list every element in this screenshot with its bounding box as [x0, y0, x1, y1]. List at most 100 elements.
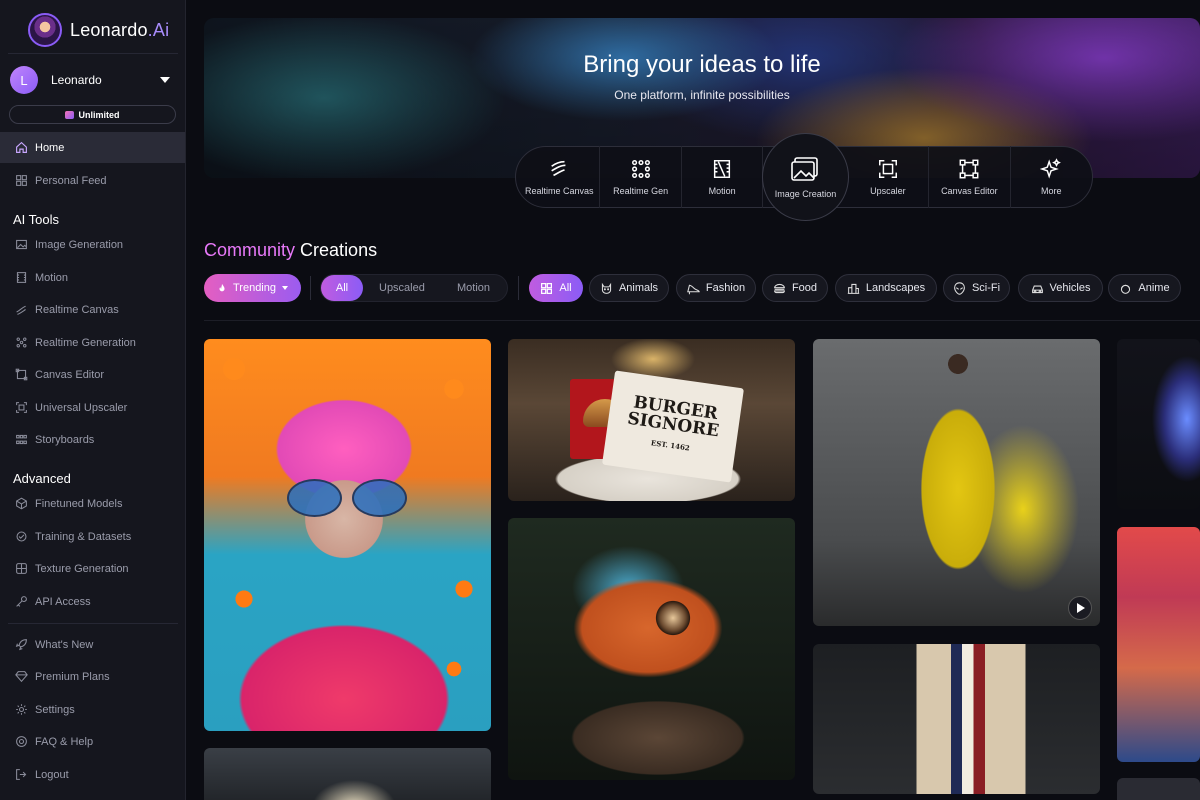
tool-motion[interactable]: Motion — [682, 146, 764, 208]
gear-icon — [15, 703, 28, 716]
sparkle-icon — [1040, 158, 1062, 179]
nav-label: Personal Feed — [35, 174, 107, 187]
tool-upscaler[interactable]: Upscaler — [848, 146, 930, 208]
bolt-icon — [631, 160, 650, 178]
tool-canvas-editor[interactable]: Canvas Editor — [929, 146, 1011, 208]
nav-training-datasets[interactable]: Training & Datasets — [0, 521, 185, 552]
category-all[interactable]: All — [529, 274, 583, 302]
grid-icon — [15, 174, 28, 187]
gallery-image-abstract-blue[interactable] — [1117, 339, 1200, 509]
plan-icon — [65, 110, 75, 119]
upscale-icon — [878, 160, 897, 178]
anime-face-icon — [1121, 284, 1131, 294]
gallery-image-chameleon[interactable] — [508, 518, 795, 780]
section-heading-advanced: Advanced — [13, 471, 71, 486]
nav-faq-help[interactable]: FAQ & Help — [0, 726, 185, 757]
type-filter-all[interactable]: All — [321, 275, 363, 301]
gallery-image-woman-with-glasses[interactable] — [204, 339, 491, 731]
crop-icon — [15, 368, 28, 381]
nav-label: API Access — [35, 595, 91, 608]
nav-label: Finetuned Models — [35, 497, 123, 510]
category-label: Food — [791, 282, 818, 294]
nav-premium-plans[interactable]: Premium Plans — [0, 661, 185, 692]
nav-canvas-editor[interactable]: Canvas Editor — [0, 359, 185, 390]
tool-label: Realtime Canvas — [524, 186, 594, 196]
grid-icon — [541, 282, 553, 294]
type-filter-group: All Upscaled Motion — [320, 274, 508, 302]
nav-label: Universal Upscaler — [35, 401, 128, 414]
tool-realtime-gen[interactable]: Realtime Gen — [600, 146, 682, 208]
type-filter-upscaled[interactable]: Upscaled — [379, 275, 425, 301]
gallery-image-yellow-suit[interactable] — [813, 339, 1100, 626]
category-landscapes[interactable]: Landscapes — [835, 274, 937, 302]
sort-dropdown[interactable]: Trending — [204, 274, 301, 302]
category-label: Animals — [618, 282, 659, 294]
nav-finetuned-models[interactable]: Finetuned Models — [0, 488, 185, 519]
hero-title: Bring your ideas to life — [583, 51, 821, 78]
sidebar: Leonardo.Ai L Leonardo Unlimited Home Pe… — [0, 0, 186, 800]
nav-personal-feed[interactable]: Personal Feed — [0, 165, 185, 196]
tool-label: More — [1041, 186, 1062, 196]
brush-icon — [551, 160, 566, 177]
nav-home[interactable]: Home — [0, 132, 185, 163]
chevron-down-icon — [282, 286, 288, 290]
type-filter-motion[interactable]: Motion — [457, 275, 490, 301]
category-label: Sci-Fi — [971, 282, 1001, 294]
category-label: Anime — [1138, 282, 1170, 294]
tool-image-creation[interactable]: Image Creation — [762, 133, 849, 221]
film-icon — [714, 160, 731, 178]
home-icon — [15, 141, 28, 154]
help-icon — [15, 735, 28, 748]
nav-motion[interactable]: Motion — [0, 262, 185, 293]
nav-image-generation[interactable]: Image Generation — [0, 229, 185, 260]
image-icon — [15, 238, 28, 251]
nav-realtime-canvas[interactable]: Realtime Canvas — [0, 294, 185, 325]
category-sci-fi[interactable]: Sci-Fi — [943, 274, 1010, 302]
divider — [204, 320, 1200, 321]
key-icon — [15, 595, 28, 608]
car-icon — [1031, 285, 1043, 293]
gallery-image-dessert[interactable] — [204, 748, 491, 800]
nav-settings[interactable]: Settings — [0, 694, 185, 725]
nav-universal-upscaler[interactable]: Universal Upscaler — [0, 392, 185, 423]
divider — [518, 276, 519, 300]
nav-whats-new[interactable]: What's New — [0, 629, 185, 660]
texture-icon — [15, 562, 28, 575]
nav-api-access[interactable]: API Access — [0, 586, 185, 617]
chevron-down-icon[interactable] — [160, 77, 170, 83]
tool-realtime-canvas[interactable]: Realtime Canvas — [519, 146, 601, 208]
gallery-image-abstract-red[interactable] — [1117, 527, 1200, 762]
hero-subtitle: One platform, infinite possibilities — [614, 88, 790, 102]
divider — [8, 623, 178, 624]
nav-storyboards[interactable]: Storyboards — [0, 424, 185, 455]
nav-realtime-generation[interactable]: Realtime Generation — [0, 327, 185, 358]
category-vehicles[interactable]: Vehicles — [1018, 274, 1103, 302]
tool-more[interactable]: More — [1011, 146, 1092, 208]
category-label: Vehicles — [1049, 282, 1091, 294]
gallery-image-handbag[interactable] — [813, 644, 1100, 794]
nav-logout[interactable]: Logout — [0, 759, 185, 790]
category-food[interactable]: Food — [762, 274, 828, 302]
category-fashion[interactable]: Fashion — [676, 274, 756, 302]
category-animals[interactable]: Animals — [589, 274, 669, 302]
plan-label: Unlimited — [78, 109, 120, 120]
play-icon[interactable] — [1068, 596, 1092, 620]
gallery-image-partial[interactable] — [1117, 778, 1200, 800]
nav-texture-generation[interactable]: Texture Generation — [0, 553, 185, 584]
bolt-icon — [15, 336, 28, 349]
gallery-image-burger-box[interactable]: BURGER SIGNORE EST. 1462 — [508, 339, 795, 501]
brand-logo[interactable]: Leonardo.Ai — [28, 13, 169, 47]
crop-icon — [959, 159, 979, 179]
nav-label: Realtime Generation — [35, 336, 136, 349]
burger-box-label: BURGER SIGNORE EST. 1462 — [602, 370, 744, 483]
sort-label: Trending — [232, 282, 276, 294]
brush-icon — [15, 303, 28, 316]
brand-name: Leonardo.Ai — [70, 19, 170, 40]
plan-badge[interactable]: Unlimited — [9, 105, 176, 124]
film-icon — [15, 271, 28, 284]
filter-bar: Trending All Upscaled Motion All Animals… — [204, 274, 1200, 302]
alien-icon — [954, 281, 965, 295]
user-menu[interactable]: L Leonardo — [10, 66, 176, 94]
rocket-icon — [15, 638, 28, 651]
category-anime[interactable]: Anime — [1108, 274, 1181, 302]
